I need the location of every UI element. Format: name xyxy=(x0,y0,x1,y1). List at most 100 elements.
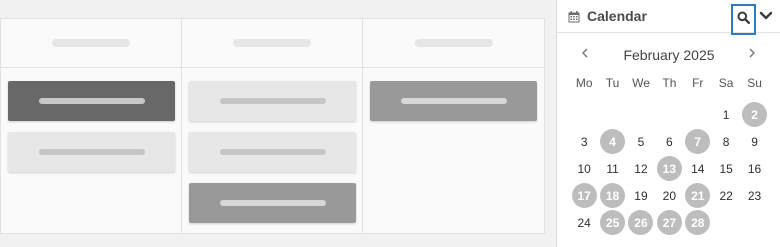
column-header xyxy=(363,19,544,68)
day-number: 1 xyxy=(722,107,730,122)
day-cell[interactable]: 19 xyxy=(627,182,655,209)
day-number: 9 xyxy=(751,134,758,149)
day-number: 12 xyxy=(634,161,648,176)
card[interactable] xyxy=(189,81,356,121)
day-cell[interactable]: 12 xyxy=(627,155,655,182)
calendar-icon xyxy=(568,10,580,23)
day-number xyxy=(714,210,739,235)
column-title-placeholder xyxy=(414,39,493,47)
day-cell[interactable]: 7 xyxy=(684,128,712,155)
weekday-label: Th xyxy=(662,76,677,90)
day-cell[interactable]: 14 xyxy=(684,155,712,182)
day-cell[interactable]: 4 xyxy=(598,128,626,155)
day-cell[interactable]: 27 xyxy=(655,209,683,236)
day-cell[interactable]: 9 xyxy=(740,128,768,155)
day-number: 13 xyxy=(656,156,682,181)
day-number: 26 xyxy=(628,210,654,235)
card[interactable] xyxy=(189,183,356,223)
column-title-placeholder xyxy=(52,39,130,47)
day-number: 18 xyxy=(600,183,626,208)
day-cell[interactable]: 13 xyxy=(655,155,683,182)
day-cell[interactable]: 18 xyxy=(598,182,626,209)
day-cell[interactable]: 24 xyxy=(570,209,598,236)
card[interactable] xyxy=(8,132,175,172)
day-cell[interactable]: 8 xyxy=(712,128,740,155)
card-text-placeholder xyxy=(219,200,326,206)
day-number: 19 xyxy=(634,188,648,203)
chevron-down-icon xyxy=(759,8,773,26)
day-number: 11 xyxy=(606,161,619,176)
weekday-label: Mo xyxy=(575,76,593,90)
search-icon xyxy=(737,11,751,29)
day-cell-empty xyxy=(740,209,768,236)
day-number xyxy=(628,102,653,127)
weekday-label: Su xyxy=(747,76,762,90)
weekday-label: Fr xyxy=(692,76,704,90)
card[interactable] xyxy=(189,132,356,172)
card-text-placeholder xyxy=(38,149,145,155)
board xyxy=(0,18,545,234)
day-number: 23 xyxy=(747,188,762,203)
column-header xyxy=(1,19,181,68)
card-text-placeholder xyxy=(400,98,507,104)
day-number: 8 xyxy=(722,134,730,149)
search-button[interactable] xyxy=(731,4,756,35)
day-cell[interactable]: 3 xyxy=(570,128,598,155)
day-number: 15 xyxy=(719,161,733,176)
day-cell[interactable]: 28 xyxy=(684,209,712,236)
board-column xyxy=(182,19,363,233)
card-text-placeholder xyxy=(219,149,326,155)
day-number: 4 xyxy=(600,129,626,154)
card[interactable] xyxy=(8,81,175,121)
day-number: 7 xyxy=(685,129,711,154)
day-cell-empty xyxy=(684,101,712,128)
day-cell[interactable]: 6 xyxy=(655,128,683,155)
day-number: 28 xyxy=(685,210,711,235)
day-cell-empty xyxy=(627,101,655,128)
day-number: 20 xyxy=(662,188,677,203)
day-number xyxy=(572,102,597,127)
card-text-placeholder xyxy=(38,98,145,104)
day-cell[interactable]: 15 xyxy=(712,155,740,182)
day-cell[interactable]: 10 xyxy=(570,155,598,182)
day-cell[interactable]: 21 xyxy=(684,182,712,209)
day-cell-empty xyxy=(570,101,598,128)
weekday-label: Sa xyxy=(718,76,734,90)
day-number: 25 xyxy=(600,210,626,235)
day-cell[interactable]: 11 xyxy=(598,155,626,182)
calendar-title: Calendar xyxy=(587,8,647,24)
day-cell[interactable]: 16 xyxy=(740,155,768,182)
weekday-label: Tu xyxy=(605,76,620,90)
day-cell[interactable]: 23 xyxy=(740,182,768,209)
day-cell[interactable]: 20 xyxy=(655,182,683,209)
day-cell-empty xyxy=(712,209,740,236)
day-cell[interactable]: 17 xyxy=(570,182,598,209)
day-number: 27 xyxy=(656,210,682,235)
day-number xyxy=(600,102,625,127)
day-number: 3 xyxy=(580,134,588,149)
day-number: 14 xyxy=(691,161,705,176)
day-number: 22 xyxy=(719,188,733,203)
day-cell[interactable]: 25 xyxy=(598,209,626,236)
day-cell[interactable]: 22 xyxy=(712,182,740,209)
day-cell[interactable]: 1 xyxy=(712,101,740,128)
month-navigation: February 2025 xyxy=(557,44,780,66)
expand-button[interactable] xyxy=(758,9,774,25)
day-cell-empty xyxy=(598,101,626,128)
day-cell[interactable]: 5 xyxy=(627,128,655,155)
day-cell[interactable]: 2 xyxy=(740,101,768,128)
day-number: 5 xyxy=(637,134,645,149)
day-number: 21 xyxy=(685,183,711,208)
board-column xyxy=(1,19,182,233)
weekday-label: We xyxy=(632,76,650,90)
day-number: 6 xyxy=(666,134,673,149)
day-cell[interactable]: 26 xyxy=(627,209,655,236)
day-number xyxy=(685,102,710,127)
next-month-button[interactable] xyxy=(745,48,759,62)
day-number xyxy=(657,102,682,127)
chevron-right-icon xyxy=(748,46,756,64)
card[interactable] xyxy=(370,81,537,121)
board-column xyxy=(363,19,544,233)
calendar-grid: Mo Tu We Th Fr Sa Su 1 2 3 4 5 6 7 8 9 10 11 12 13 14… xyxy=(570,74,769,236)
day-number: 17 xyxy=(571,183,597,208)
